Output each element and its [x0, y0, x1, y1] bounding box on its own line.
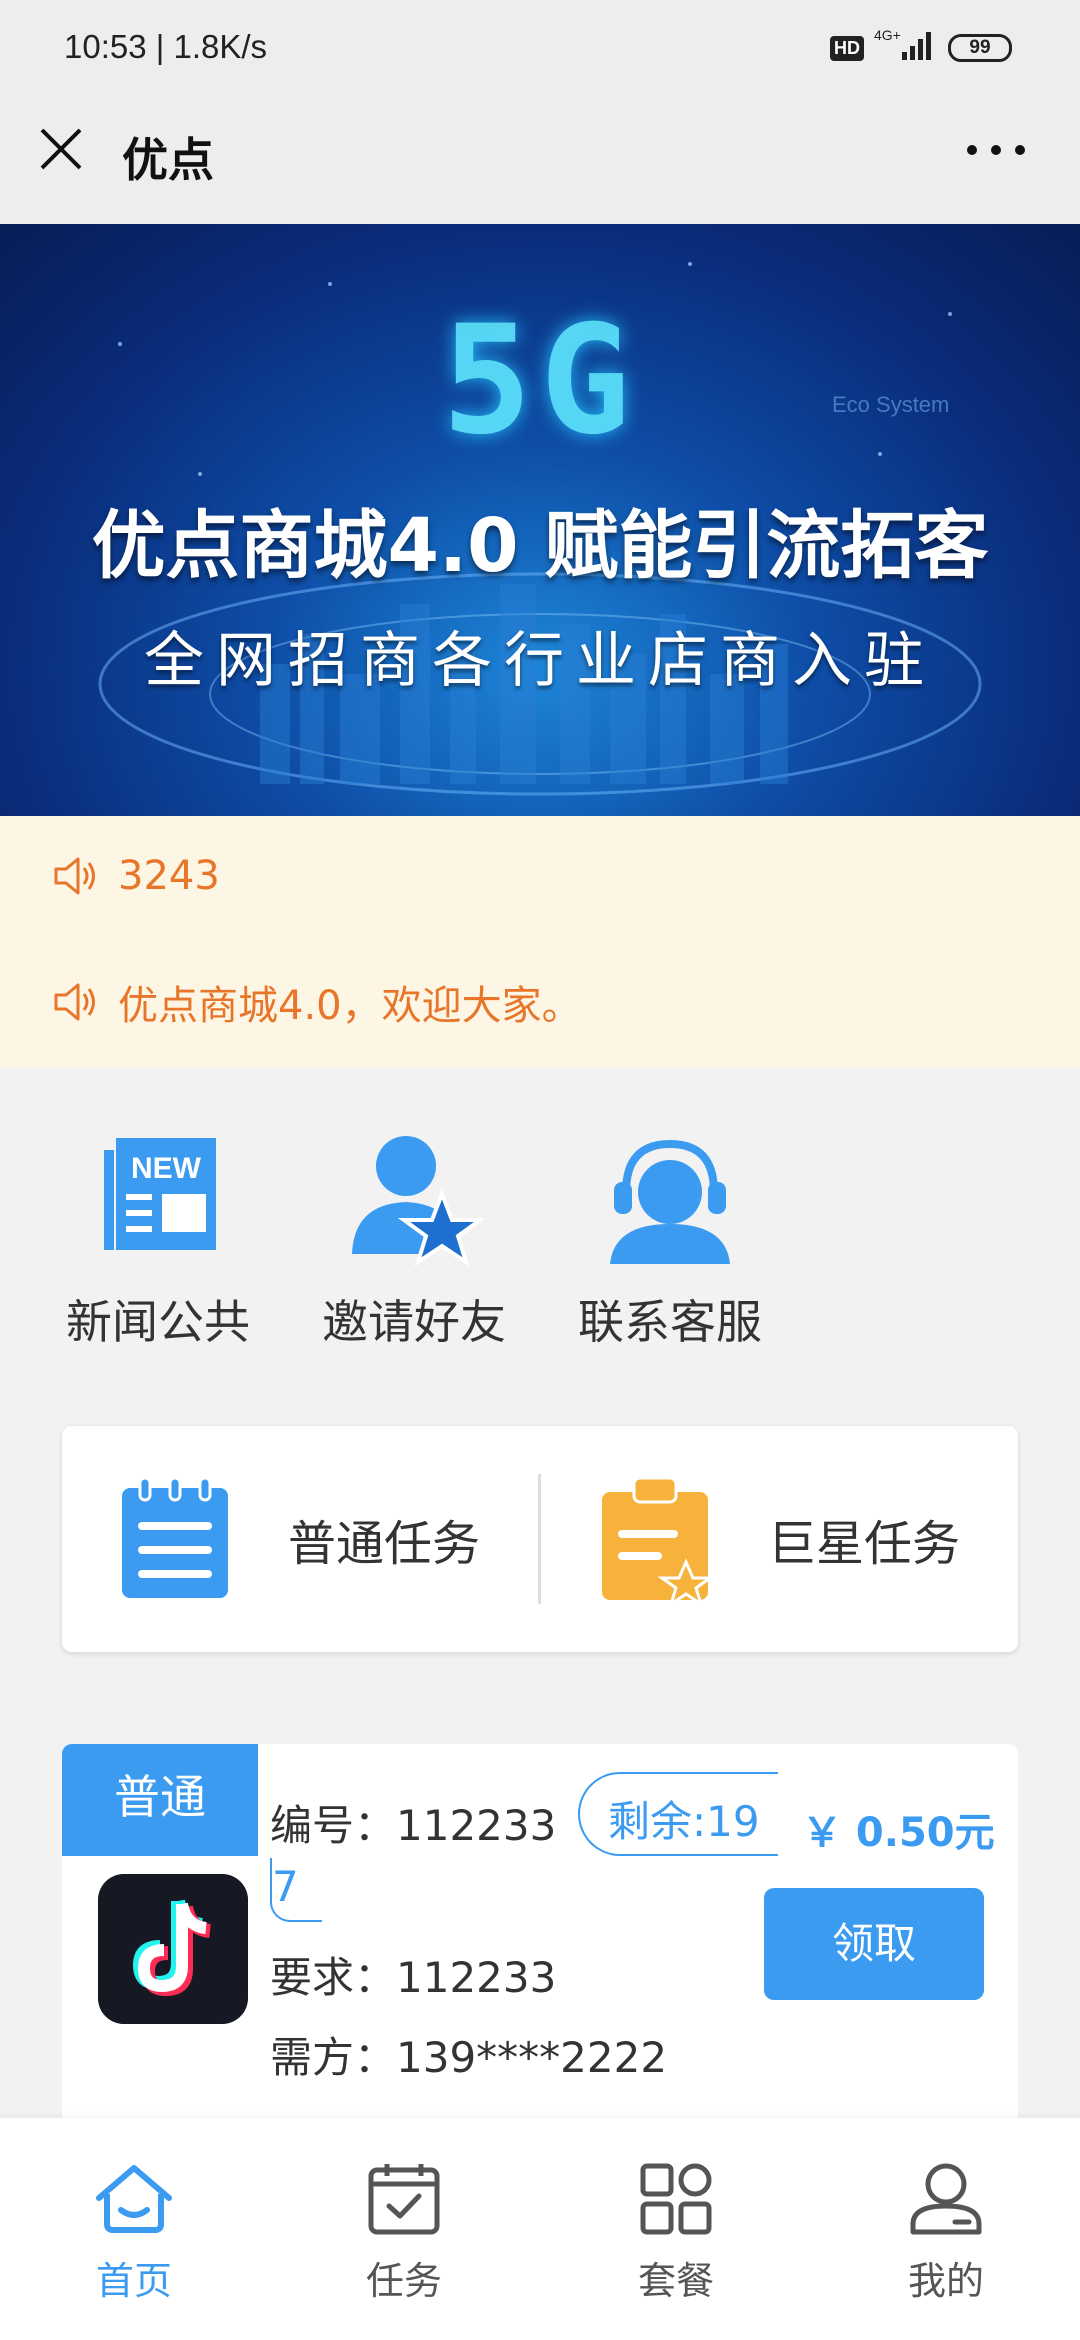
remaining-badge: 剩余:19	[578, 1772, 778, 1856]
nav-label: 套餐	[637, 2259, 714, 2303]
order-requirement: 要求：112233	[270, 1953, 557, 2002]
task-type-card: 普通任务 巨星任务	[62, 1426, 1018, 1652]
nav-profile[interactable]: 我的	[846, 2158, 1046, 2305]
remaining-badge-wrap: 7	[270, 1858, 322, 1922]
order-card: 普通 编号：112233 剩余:19 7 要求：112233 需方：139***…	[62, 1744, 1018, 2164]
notice-text: 3243	[118, 853, 220, 899]
banner-subline: 全网招商各行业店商入驻	[144, 626, 936, 696]
quick-item-news[interactable]: NEW 新闻公共	[48, 1128, 268, 1352]
signal-icon	[902, 32, 931, 60]
notice-text: 优点商城4.0，欢迎大家。	[118, 983, 582, 1029]
claim-button[interactable]: 领取	[764, 1888, 984, 2000]
svg-text:NEW: NEW	[131, 1152, 202, 1185]
task-icon	[368, 2164, 440, 2235]
order-number: 编号：112233	[270, 1801, 557, 1850]
hd-badge: HD	[830, 36, 864, 61]
remaining-text-wrap: 7	[272, 1862, 299, 1911]
order-demander: 需方：139****2222	[270, 2033, 668, 2082]
nav-label: 首页	[95, 2259, 172, 2303]
nav-label: 我的	[907, 2259, 984, 2303]
remaining-text: 剩余:19	[608, 1797, 760, 1846]
quick-item-service[interactable]: 联系客服	[560, 1128, 780, 1352]
page-title: 优点	[122, 133, 214, 187]
quick-item-label: 邀请好友	[322, 1295, 506, 1349]
status-bar: 10:53 | 1.8K/s HD 4G+ 99	[0, 0, 1080, 96]
status-time: 10:53 | 1.8K/s	[64, 28, 268, 65]
speaker-icon	[54, 983, 95, 1021]
banner-eco-text: Eco System	[832, 392, 950, 417]
nav-package[interactable]: 套餐	[576, 2158, 776, 2305]
profile-icon	[910, 2163, 982, 2235]
order-tag: 普通	[62, 1744, 258, 1856]
task-type-label: 普通任务	[288, 1516, 481, 1572]
network-type: 4G+	[874, 27, 901, 43]
battery-icon: 99	[948, 34, 1012, 62]
news-icon: NEW	[104, 1138, 216, 1250]
more-icon[interactable]	[964, 140, 1028, 160]
bottom-nav: 首页 任务 套餐 我的	[0, 2118, 1080, 2340]
notice-board: 3243 优点商城4.0，欢迎大家。	[0, 816, 1080, 1068]
task-type-label: 巨星任务	[768, 1516, 961, 1572]
package-icon	[640, 2163, 712, 2235]
nav-home[interactable]: 首页	[34, 2158, 234, 2305]
star-clipboard-icon	[602, 1476, 715, 1604]
nav-task[interactable]: 任务	[304, 2158, 504, 2305]
normal-task-button[interactable]: 普通任务	[116, 1426, 480, 1652]
title-bar: 优点	[0, 96, 1080, 224]
notice-item[interactable]: 3243	[52, 846, 220, 906]
star-task-button[interactable]: 巨星任务	[596, 1426, 960, 1652]
quick-item-label: 联系客服	[578, 1295, 762, 1349]
close-icon[interactable]	[36, 124, 86, 174]
quick-menu: NEW 新闻公共 邀请好友 联系客服	[0, 1068, 1080, 1408]
quick-item-label: 新闻公共	[66, 1295, 250, 1349]
promo-banner[interactable]: 5G Eco System 优点商城4.0 赋能引流拓客 全网招商各行业店商入驻	[0, 224, 1080, 816]
clipboard-icon	[122, 1476, 228, 1598]
notice-item[interactable]: 优点商城4.0，欢迎大家。	[52, 972, 582, 1032]
customer-service-icon	[610, 1139, 730, 1264]
banner-5g-text: 5G	[441, 294, 639, 468]
invite-friend-icon	[352, 1136, 484, 1267]
divider	[538, 1474, 541, 1604]
battery-level: 99	[969, 37, 991, 58]
nav-label: 任务	[365, 2259, 442, 2303]
home-icon	[96, 2165, 172, 2233]
speaker-icon	[54, 857, 95, 895]
order-price: ￥ 0.50元	[802, 1810, 995, 1856]
tiktok-icon	[98, 1874, 248, 2024]
banner-headline: 优点商城4.0 赋能引流拓客	[91, 503, 989, 589]
quick-item-invite[interactable]: 邀请好友	[304, 1128, 524, 1352]
